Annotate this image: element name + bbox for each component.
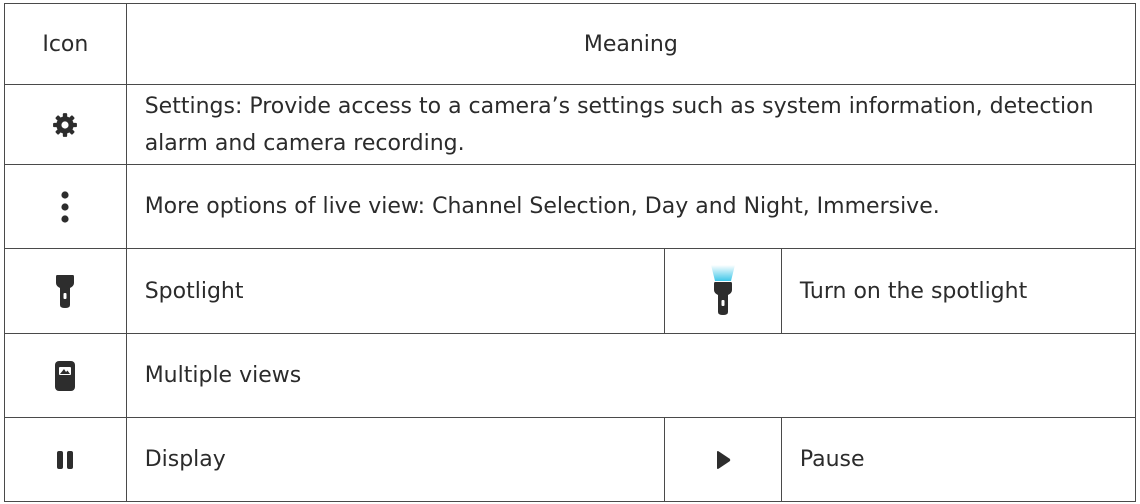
icon-cell: [4, 84, 127, 165]
more-vertical-icon: [61, 190, 69, 223]
meaning-settings: Settings: Provide access to a camera’s s…: [125, 84, 1137, 165]
table-row: Multiple views: [4, 333, 1137, 418]
spotlight-on-icon: [710, 265, 735, 315]
table-row: Display Pause: [4, 417, 1137, 502]
icon-cell: [664, 248, 782, 334]
icon-cell: [4, 164, 127, 249]
pause-icon: [57, 451, 74, 469]
icon-cell: [4, 417, 127, 502]
gear-icon: [53, 112, 78, 137]
icon-meaning-table: Icon Meaning Settings: Provide access to…: [4, 3, 1137, 502]
header-meaning: Meaning: [125, 3, 1137, 85]
icon-cell: [4, 248, 127, 334]
play-icon: [716, 450, 731, 470]
table-row: Spotlight Turn on the spotlight: [4, 248, 1137, 334]
spotlight-icon: [56, 275, 75, 308]
table-row: Settings: Provide access to a camera’s s…: [4, 84, 1137, 165]
meaning-multiple-views: Multiple views: [125, 333, 1137, 418]
meaning-display: Display: [125, 417, 666, 502]
header-icon: Icon: [4, 3, 127, 85]
table-row: More options of live view: Channel Selec…: [4, 164, 1137, 249]
table-header-row: Icon Meaning: [4, 3, 1137, 85]
meaning-spotlight-on: Turn on the spotlight: [780, 248, 1137, 334]
icon-cell: [664, 417, 782, 502]
icon-cell: [4, 333, 127, 418]
meaning-spotlight: Spotlight: [125, 248, 666, 334]
multiple-views-icon: [55, 360, 76, 391]
meaning-pause: Pause: [780, 417, 1137, 502]
meaning-more-options: More options of live view: Channel Selec…: [125, 164, 1137, 249]
